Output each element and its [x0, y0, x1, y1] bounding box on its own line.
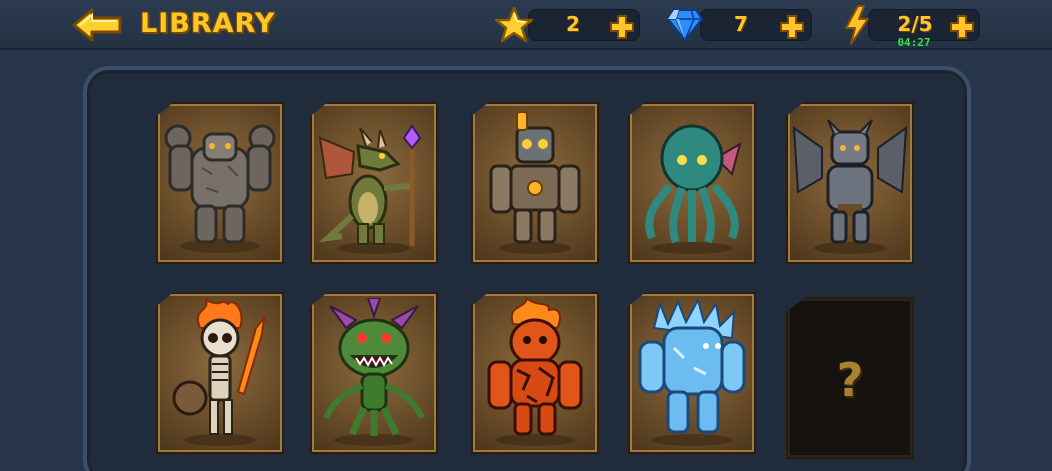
skeleton-icon [172, 298, 266, 446]
monster-card-steam-robot[interactable] [471, 102, 599, 264]
lightning-icon [842, 4, 872, 50]
add-energy-button[interactable] [949, 14, 975, 40]
diamond-icon [666, 8, 704, 46]
add-stars-button[interactable] [609, 14, 635, 40]
plus-icon [610, 15, 634, 39]
monster-card-gargoyle[interactable] [786, 102, 914, 264]
star-icon [494, 6, 534, 48]
kraken-icon [645, 124, 742, 254]
gargoyle-icon [792, 119, 908, 254]
ice-golem-icon [638, 298, 746, 446]
dragon-icon [318, 124, 422, 254]
monster-card-ice-golem[interactable] [628, 292, 756, 454]
monster-card-dragon-mage[interactable] [310, 102, 438, 264]
robot-icon [489, 111, 581, 254]
stone-golem-icon [164, 124, 276, 253]
monster-card-stone-golem[interactable] [156, 102, 284, 264]
page-title: LIBRARY [140, 8, 276, 39]
arrow-left-icon [72, 8, 122, 42]
question-mark-icon: ? [836, 353, 864, 407]
monster-card-kraken[interactable] [628, 102, 756, 264]
stars-counter: 2 [528, 9, 640, 41]
add-gems-button[interactable] [779, 14, 805, 40]
plant-monster-icon [323, 298, 425, 446]
plus-icon [780, 15, 804, 39]
monster-card-lava-elemental[interactable] [471, 292, 599, 454]
energy-value: 2/5 [897, 12, 933, 36]
lava-elemental-icon [487, 298, 583, 446]
monster-card-locked[interactable]: ? [786, 297, 914, 459]
top-bar: LIBRARY 2 7 2/5 04:27 [0, 0, 1052, 50]
monster-card-plant-monster[interactable] [310, 292, 438, 454]
back-button[interactable] [70, 6, 124, 44]
energy-timer: 04:27 [897, 36, 931, 49]
gems-counter: 7 [700, 9, 812, 41]
monster-card-flame-skeleton[interactable] [156, 292, 284, 454]
plus-icon [950, 15, 974, 39]
stars-value: 2 [566, 12, 580, 36]
gems-value: 7 [734, 12, 748, 36]
